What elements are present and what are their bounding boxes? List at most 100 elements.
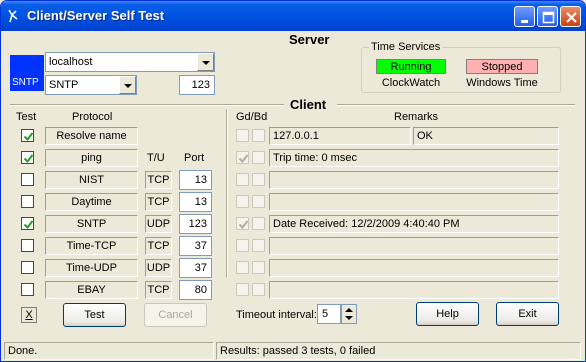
close-button[interactable]: [560, 6, 581, 27]
clockwatch-label: ClockWatch: [381, 77, 441, 89]
bad-checkbox: [252, 261, 265, 274]
minimize-icon: [521, 20, 528, 23]
good-checkbox: [236, 261, 249, 274]
sntp-icon: SNTP: [10, 55, 44, 91]
transport-type: UDP: [145, 259, 172, 277]
header-test: Test: [16, 111, 37, 123]
timeout-field[interactable]: 5: [317, 304, 341, 324]
bad-checkbox: [252, 283, 265, 296]
bad-checkbox: [252, 151, 265, 164]
protocol-name: NIST: [45, 171, 138, 189]
close-icon: [566, 12, 577, 23]
windows-time-status: Stopped: [466, 59, 538, 74]
bad-checkbox: [252, 129, 265, 142]
client-title: Client: [290, 97, 327, 112]
app-icon: [7, 9, 21, 23]
help-button[interactable]: Help: [416, 302, 479, 326]
chevron-down-icon[interactable]: [197, 53, 214, 71]
client-vertical-divider: [226, 109, 228, 277]
protocol-name: Daytime: [45, 193, 138, 211]
remark-field: Trip time: 0 msec: [269, 149, 559, 167]
chevron-down-icon[interactable]: [119, 76, 136, 94]
cancel-button[interactable]: Cancel: [144, 303, 207, 327]
exit-button[interactable]: Exit: [496, 302, 559, 326]
protocol-name: SNTP: [45, 215, 138, 233]
bad-checkbox: [252, 239, 265, 252]
test-checkbox[interactable]: [21, 129, 34, 142]
sntp-icon-label: SNTP: [12, 77, 39, 88]
test-checkbox[interactable]: [21, 195, 34, 208]
status-right: Results: passed 3 tests, 0 failed: [216, 342, 581, 360]
host-combo[interactable]: localhost: [45, 52, 215, 72]
remark-field: [269, 281, 559, 299]
server-title: Server: [289, 32, 330, 47]
port-field[interactable]: 123: [179, 214, 212, 234]
test-checkbox[interactable]: [21, 239, 34, 252]
check-icon: [23, 132, 34, 142]
remark-field: [269, 171, 559, 189]
bad-checkbox: [252, 217, 265, 230]
remark-field: [269, 237, 559, 255]
header-gdbd: Gd/Bd: [236, 111, 268, 123]
bad-checkbox: [252, 173, 265, 186]
title-bar: Client/Server Self Test: [1, 1, 585, 31]
server-port-field[interactable]: 123: [179, 75, 215, 95]
help-button-label: Help: [436, 308, 459, 320]
client-area: Server SNTP localhost SNTP 123 Time Serv…: [4, 31, 582, 360]
spinner-arrows-icon: [345, 308, 353, 320]
minimize-button[interactable]: [514, 6, 535, 27]
cancel-button-label: Cancel: [158, 309, 193, 321]
clockwatch-status: Running: [376, 59, 446, 74]
header-port: Port: [184, 152, 205, 164]
header-tu: T/U: [147, 152, 165, 164]
good-checkbox: [236, 151, 249, 164]
timeout-label: Timeout interval:: [236, 309, 317, 321]
good-checkbox: [236, 129, 249, 142]
good-checkbox: [236, 195, 249, 208]
window-title: Client/Server Self Test: [27, 8, 165, 23]
port-field[interactable]: 37: [179, 236, 212, 256]
test-checkbox[interactable]: [21, 283, 34, 296]
header-remarks: Remarks: [394, 111, 439, 123]
check-icon: [23, 154, 34, 164]
time-services-title: Time Services: [369, 41, 443, 53]
remark-field: Date Received: 12/2/2009 4:40:40 PM: [269, 215, 559, 233]
client-divider-right: [337, 104, 575, 106]
transport-type: TCP: [145, 171, 172, 189]
host-value: localhost: [49, 56, 93, 68]
port-field[interactable]: 80: [179, 280, 212, 300]
client-divider-left: [10, 104, 284, 106]
remark-field: [269, 259, 559, 277]
bad-checkbox: [252, 195, 265, 208]
port-field[interactable]: 13: [179, 170, 212, 190]
main-window: Client/Server Self Test Server SNTP loca…: [0, 0, 586, 362]
windows-time-label: Windows Time: [466, 77, 538, 89]
exit-button-label: Exit: [518, 308, 537, 320]
remark-field: [269, 193, 559, 211]
good-checkbox: [236, 173, 249, 186]
test-button-label: Test: [84, 309, 105, 321]
port-field[interactable]: 37: [179, 258, 212, 278]
maximize-icon: [542, 11, 555, 24]
test-checkbox[interactable]: [21, 217, 34, 230]
header-protocol: Protocol: [72, 111, 113, 123]
test-checkbox[interactable]: [21, 173, 34, 186]
port-field[interactable]: 13: [179, 192, 212, 212]
good-checkbox: [236, 239, 249, 252]
protocol-name: EBAY: [45, 281, 138, 299]
transport-type: TCP: [145, 281, 172, 299]
check-icon: [238, 220, 249, 230]
transport-type: TCP: [145, 237, 172, 255]
test-checkbox[interactable]: [21, 261, 34, 274]
transport-type: UDP: [145, 215, 172, 233]
test-button[interactable]: Test: [63, 303, 126, 327]
test-checkbox[interactable]: [21, 151, 34, 164]
clear-button[interactable]: X: [21, 307, 37, 323]
protocol-name: ping: [45, 149, 138, 167]
remark-field: 127.0.0.1: [269, 127, 411, 145]
maximize-button[interactable]: [537, 6, 558, 27]
protocol-combo[interactable]: SNTP: [45, 75, 137, 95]
timeout-spinner[interactable]: [341, 304, 357, 324]
check-icon: [238, 154, 249, 164]
transport-type: TCP: [145, 193, 172, 211]
